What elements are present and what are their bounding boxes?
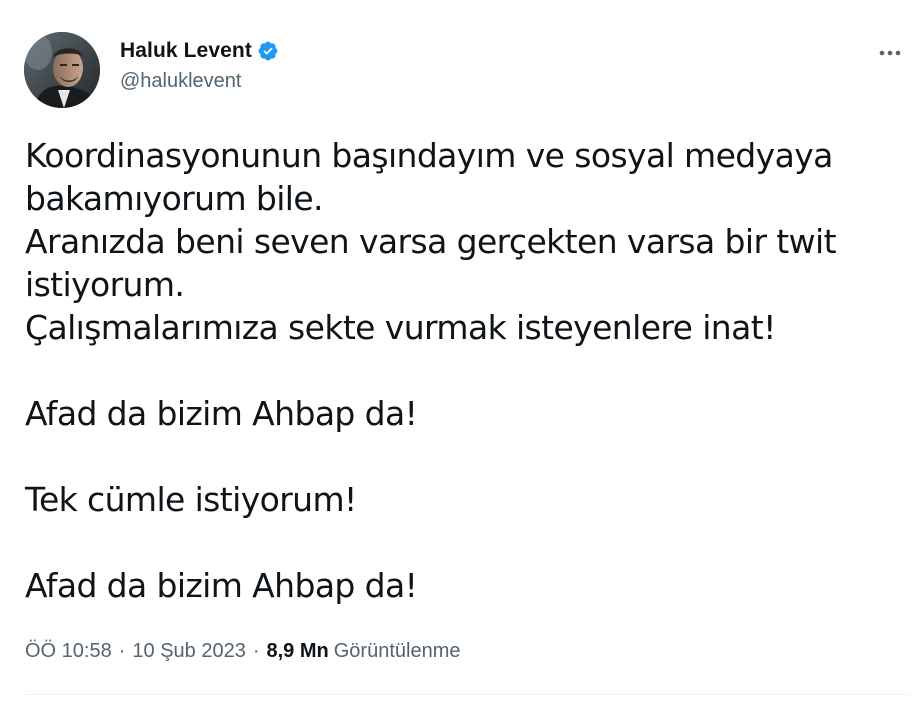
more-options-icon <box>879 50 901 56</box>
tweet-text-line: Afad da bizim Ahbap da! <box>25 394 418 433</box>
tweet-text-line: Çalışmalarımıza sekte vurmak isteyenlere… <box>25 308 776 347</box>
tweet-card: Haluk Levent @haluklevent Koordinasyonun… <box>0 0 918 712</box>
tweet-text-line: bakamıyorum bile. <box>25 179 324 218</box>
tweet-text-line: Tek cümle istiyorum! <box>25 480 357 519</box>
avatar[interactable] <box>24 32 100 108</box>
tweet-text-line: istiyorum. <box>25 265 185 304</box>
meta-separator: · <box>252 640 260 662</box>
tweet-text-line: Koordinasyonunun başındayım ve sosyal me… <box>25 136 833 175</box>
views-count[interactable]: 8,9 Mn <box>267 640 329 663</box>
verified-badge-icon[interactable] <box>257 40 279 62</box>
tweet-text-line: Afad da bizim Ahbap da! <box>25 566 418 605</box>
tweet-date[interactable]: 10 Şub 2023 <box>132 640 245 663</box>
tweet-time[interactable]: ÖÖ 10:58 <box>25 640 112 663</box>
author-display-name[interactable]: Haluk Levent <box>120 39 252 63</box>
tweet-author: Haluk Levent @haluklevent <box>120 38 279 93</box>
avatar-photo <box>24 32 100 108</box>
author-name-row: Haluk Levent <box>120 38 279 64</box>
divider <box>25 694 910 695</box>
more-options-button[interactable] <box>874 38 906 68</box>
tweet-metadata: ÖÖ 10:58 · 10 Şub 2023 · 8,9 Mn Görüntül… <box>25 640 461 663</box>
tweet-text: Koordinasyonunun başındayım ve sosyal me… <box>25 134 905 607</box>
meta-separator: · <box>118 640 126 662</box>
tweet-text-line: Aranızda beni seven varsa gerçekten vars… <box>25 222 837 261</box>
views-label: Görüntülenme <box>333 640 461 662</box>
author-handle[interactable]: @haluklevent <box>120 70 279 93</box>
